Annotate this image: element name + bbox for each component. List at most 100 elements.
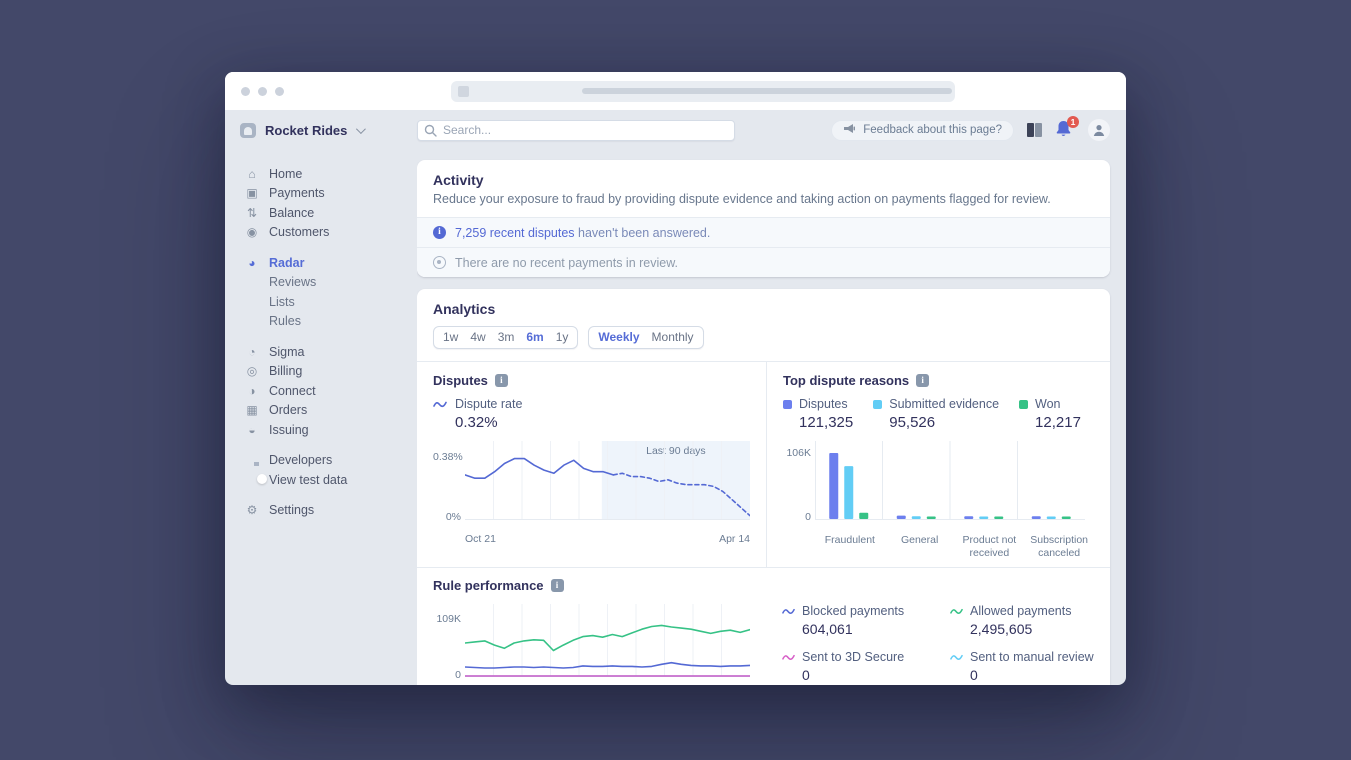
sidebar-item-connect[interactable]: ◑ Connect	[245, 381, 417, 401]
payments-icon: ▣	[245, 187, 259, 199]
line-legend-icon	[782, 653, 795, 662]
account-logo-icon	[240, 123, 256, 138]
window-minimize-button[interactable]	[258, 87, 267, 96]
sidebar-item-home[interactable]: ⌂ Home	[245, 164, 417, 184]
chevron-down-icon	[356, 124, 366, 134]
info-icon[interactable]: i	[551, 579, 564, 592]
sidebar-item-developers[interactable]: Developers	[245, 451, 417, 471]
main-content: Activity Reduce your exposure to fraud b…	[417, 150, 1126, 685]
sidebar: ⌂ Home ▣ Payments ⇅ Balance ◉ Customers	[225, 150, 417, 685]
desktop-background: Rocket Rides Feedback about this	[0, 0, 1351, 760]
analytics-card: Analytics 1w 4w 3m 6m 1y Weekly	[417, 289, 1110, 685]
activity-title: Activity	[433, 172, 1094, 188]
browser-window: Rocket Rides Feedback about this	[225, 72, 1126, 685]
review-icon	[433, 256, 446, 269]
sidebar-item-billing[interactable]: ◎ Billing	[245, 362, 417, 382]
recent-disputes-link[interactable]: 7,259 recent disputes	[455, 226, 575, 240]
legend-won: Won 12,217	[1019, 397, 1081, 431]
billing-icon: ◎	[245, 365, 259, 377]
sidebar-item-lists[interactable]: Lists	[245, 292, 417, 312]
evidence-count: 95,526	[889, 414, 999, 431]
top-dispute-reasons-panel: Top dispute reasons i Disputes 121,325 S…	[767, 362, 1110, 567]
user-avatar[interactable]	[1088, 119, 1110, 141]
issuing-icon: ◒	[245, 424, 259, 436]
activity-description: Reduce your exposure to fraud by providi…	[433, 192, 1094, 206]
window-maximize-button[interactable]	[275, 87, 284, 96]
info-icon[interactable]: i	[916, 374, 929, 387]
feedback-label: Feedback about this page?	[863, 124, 1002, 136]
interval-option-monthly[interactable]: Monthly	[646, 327, 700, 348]
address-bar[interactable]	[451, 81, 955, 102]
connect-icon: ◑	[245, 385, 259, 397]
account-switcher[interactable]: Rocket Rides	[225, 110, 417, 150]
balance-icon: ⇅	[245, 207, 259, 219]
orders-icon: ▦	[245, 404, 259, 416]
line-legend-icon	[950, 653, 963, 662]
rule-performance-line-chart	[465, 604, 750, 684]
topbar: Feedback about this page? 1	[417, 110, 1126, 150]
bar-category-label: General	[885, 534, 955, 559]
search-input[interactable]	[417, 120, 735, 141]
dispute-rate-chart: 0.38% 0% Last 90 days Oct 21 Apr 14	[433, 441, 750, 545]
sidebar-item-orders[interactable]: ▦ Orders	[245, 401, 417, 421]
interval-option-weekly[interactable]: Weekly	[592, 327, 645, 348]
disputes-swatch	[783, 400, 792, 409]
dispute-reasons-bar-chart	[815, 441, 1085, 526]
dispute-reasons-chart: 106K 0 FraudulentGeneralProduct not rece…	[783, 441, 1094, 559]
svg-text:Last 90 days: Last 90 days	[646, 445, 706, 457]
search-icon	[424, 124, 437, 142]
line-legend-icon	[433, 400, 447, 409]
favicon-placeholder	[458, 86, 469, 97]
sidebar-item-reviews[interactable]: Reviews	[245, 273, 417, 293]
sidebar-item-settings[interactable]: ⚙ Settings	[245, 501, 417, 521]
range-option-6m[interactable]: 6m	[520, 327, 549, 348]
sidebar-item-balance[interactable]: ⇅ Balance	[245, 203, 417, 223]
sidebar-item-payments[interactable]: ▣ Payments	[245, 184, 417, 204]
gear-icon: ⚙	[245, 504, 259, 516]
range-option-4w[interactable]: 4w	[464, 327, 491, 348]
disputes-notice-text: haven't been answered.	[578, 226, 710, 240]
dispute-rate-label: Dispute rate	[455, 397, 522, 411]
url-placeholder	[582, 88, 952, 94]
activity-card: Activity Reduce your exposure to fraud b…	[417, 160, 1110, 277]
rule-performance-title: Rule performance	[433, 578, 544, 593]
range-option-1y[interactable]: 1y	[550, 327, 575, 348]
dispute-rate-value: 0.32%	[455, 414, 750, 431]
browser-chrome	[225, 72, 1126, 110]
reviews-notice-row: There are no recent payments in review.	[417, 247, 1110, 277]
sigma-icon: ◔	[245, 346, 259, 358]
sidebar-item-radar[interactable]: ◕ Radar	[245, 253, 417, 273]
info-icon[interactable]: i	[495, 374, 508, 387]
reviews-notice-text: There are no recent payments in review.	[455, 256, 678, 270]
stat-sent-to-manual-review: Sent to manual review 0	[950, 650, 1118, 683]
sidebar-item-issuing[interactable]: ◒ Issuing	[245, 420, 417, 440]
rule-performance-chart: 109K 0 Oct 21 Apr 14	[433, 604, 750, 685]
sidebar-item-rules[interactable]: Rules	[245, 312, 417, 332]
megaphone-icon	[843, 123, 856, 137]
radar-icon: ◕	[245, 257, 259, 269]
sidebar-item-customers[interactable]: ◉ Customers	[245, 223, 417, 243]
search-box	[417, 120, 735, 141]
stat-sent-to-3d-secure: Sent to 3D Secure 0	[782, 650, 950, 683]
docs-icon[interactable]	[1027, 123, 1042, 137]
date-range-group: 1w 4w 3m 6m 1y	[433, 326, 578, 349]
reasons-panel-title: Top dispute reasons	[783, 373, 909, 388]
disputes-panel-title: Disputes	[433, 373, 488, 388]
feedback-button[interactable]: Feedback about this page?	[831, 120, 1014, 141]
toggle-off-icon	[245, 474, 269, 486]
range-option-3m[interactable]: 3m	[492, 327, 521, 348]
evidence-swatch	[873, 400, 882, 409]
range-option-1w[interactable]: 1w	[437, 327, 464, 348]
interval-group: Weekly Monthly	[588, 326, 703, 349]
info-icon: i	[433, 226, 446, 239]
sidebar-item-sigma[interactable]: ◔ Sigma	[245, 342, 417, 362]
window-controls	[241, 87, 284, 96]
bar-category-label: Fraudulent	[815, 534, 885, 559]
disputes-count: 121,325	[799, 414, 853, 431]
window-close-button[interactable]	[241, 87, 250, 96]
bar-category-label: Subscription canceled	[1024, 534, 1094, 559]
analytics-title: Analytics	[433, 301, 1094, 317]
view-test-data-toggle[interactable]: View test data	[245, 470, 417, 490]
notifications-button[interactable]: 1	[1055, 120, 1075, 140]
home-icon: ⌂	[245, 168, 259, 180]
